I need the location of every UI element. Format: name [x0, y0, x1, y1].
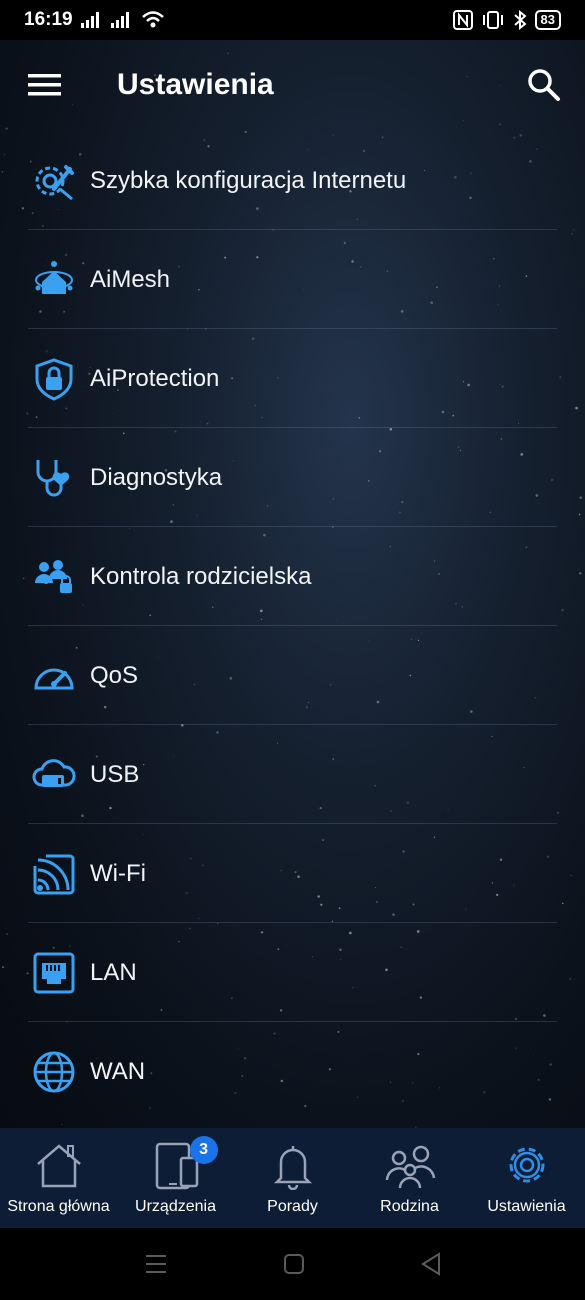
settings-item-label: AiProtection: [90, 364, 220, 392]
home-button-icon[interactable]: [283, 1253, 305, 1275]
stethoscope-icon: [36, 459, 70, 496]
vibrate-icon: [482, 11, 503, 29]
settings-list: Szybka konfiguracja Internetu AiMesh AiP…: [0, 131, 585, 1121]
bottom-navigation: Strona główna 3 Urządzenia Porady Rodzin…: [0, 1128, 585, 1228]
devices-count-badge: 3: [189, 1136, 218, 1164]
battery-icon: 83: [534, 10, 561, 30]
nav-tips[interactable]: Porady: [234, 1128, 351, 1228]
hamburger-menu-icon[interactable]: [28, 70, 62, 100]
settings-item-label: WAN: [90, 1057, 146, 1085]
globe-icon: [33, 1051, 75, 1092]
speedometer-icon: [34, 668, 74, 689]
gear-wrench-icon: [35, 164, 74, 200]
system-navigation-bar: [0, 1228, 585, 1300]
settings-item-label: Szybka konfiguracja Internetu: [90, 166, 407, 194]
bell-icon: [273, 1146, 312, 1190]
nav-label: Strona główna: [7, 1198, 110, 1215]
home-icon: [36, 1144, 81, 1188]
settings-item-label: LAN: [90, 958, 137, 986]
nav-label: Urządzenia: [135, 1198, 216, 1215]
nav-family[interactable]: Rodzina: [351, 1128, 468, 1228]
shield-lock-icon: [35, 357, 73, 401]
settings-item-wifi[interactable]: Wi-Fi: [0, 824, 585, 923]
nav-devices[interactable]: 3 Urządzenia: [117, 1128, 234, 1228]
lan-port-icon: [33, 952, 75, 993]
settings-item-diagnostics[interactable]: Diagnostyka: [0, 428, 585, 527]
settings-item-aimesh[interactable]: AiMesh: [0, 230, 585, 329]
settings-item-usb[interactable]: USB: [0, 725, 585, 824]
settings-item-label: AiMesh: [90, 265, 171, 293]
settings-item-qos[interactable]: QoS: [0, 626, 585, 725]
settings-gear-icon: [509, 1147, 544, 1183]
settings-item-wan[interactable]: WAN: [0, 1022, 585, 1121]
bluetooth-icon: [513, 10, 527, 30]
family-icon: [385, 1145, 435, 1189]
family-lock-icon: [35, 559, 72, 593]
nav-label: Ustawienia: [487, 1198, 566, 1215]
settings-item-label: Diagnostyka: [90, 463, 223, 491]
settings-item-label: QoS: [90, 661, 139, 689]
search-icon[interactable]: [527, 68, 561, 102]
cloud-usb-icon: [32, 758, 76, 787]
settings-item-label: Wi-Fi: [90, 859, 146, 887]
nav-settings[interactable]: Ustawienia: [468, 1128, 585, 1228]
nfc-icon: [452, 10, 473, 30]
settings-item-label: USB: [90, 760, 140, 788]
mesh-house-icon: [35, 260, 73, 294]
nav-home[interactable]: Strona główna: [0, 1128, 117, 1228]
clock: 16:19: [24, 9, 73, 30]
signal-icon: [110, 12, 129, 28]
settings-item-quick-internet-setup[interactable]: Szybka konfiguracja Internetu: [0, 131, 585, 230]
nav-label: Porady: [267, 1198, 318, 1215]
status-bar: 16:19 83: [0, 0, 585, 40]
settings-item-parental-control[interactable]: Kontrola rodzicielska: [0, 527, 585, 626]
settings-item-lan[interactable]: LAN: [0, 923, 585, 1022]
app-bar: Ustawienia: [0, 40, 585, 132]
settings-item-label: Kontrola rodzicielska: [90, 562, 312, 590]
signal-icon: [80, 12, 99, 28]
back-icon[interactable]: [420, 1252, 442, 1276]
app-content: Ustawienia Szybka konfiguracja Internetu: [0, 40, 585, 1128]
nav-label: Rodzina: [380, 1198, 439, 1215]
page-title: Ustawienia: [117, 68, 274, 101]
wifi-icon: [141, 11, 164, 28]
settings-item-aiprotection[interactable]: AiProtection: [0, 329, 585, 428]
wifi-square-icon: [33, 854, 75, 894]
recent-apps-icon[interactable]: [144, 1253, 168, 1275]
